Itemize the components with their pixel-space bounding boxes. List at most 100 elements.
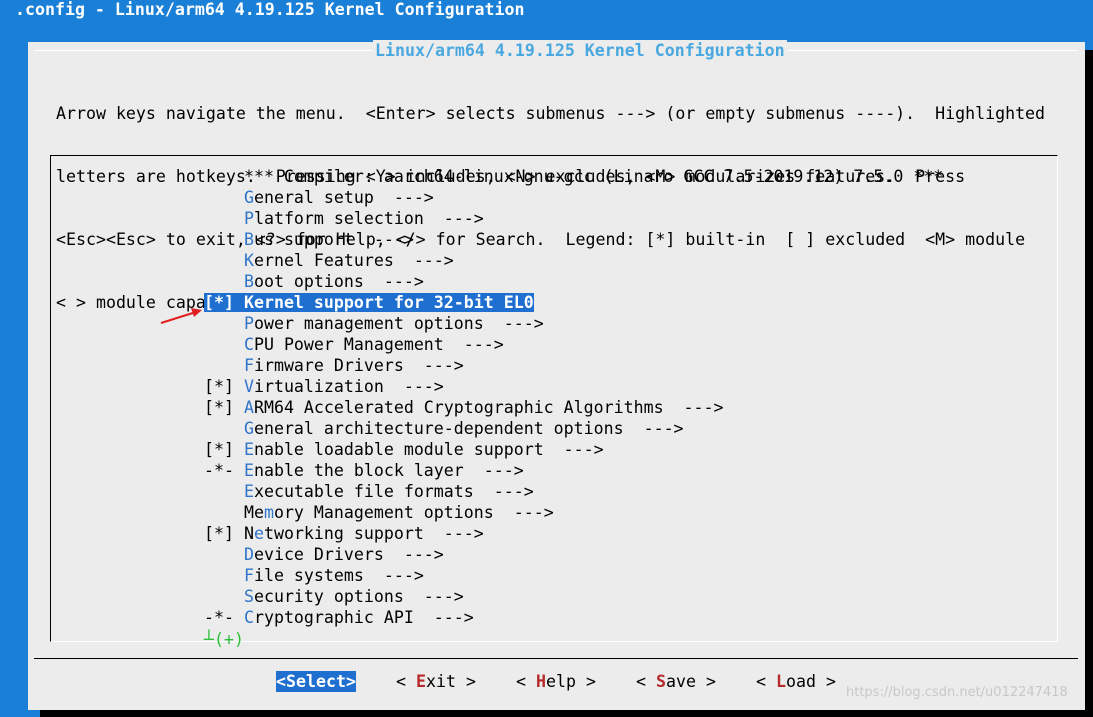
button-bracket: > — [575, 672, 596, 691]
window-title: .config - Linux/arm64 4.19.125 Kernel Co… — [15, 0, 525, 19]
menu-item-state — [204, 230, 244, 249]
button-bracket: > — [815, 672, 836, 691]
menu-item-hotkey: D — [243, 545, 254, 564]
menu-item[interactable]: *** Compiler: aarch64-linux-gnu-gcc (Lin… — [204, 166, 943, 187]
select-button[interactable]: <Select> — [276, 671, 356, 692]
menu-item[interactable]: [*] ARM64 Accelerated Cryptographic Algo… — [204, 397, 724, 418]
button-hotkey: H — [535, 672, 546, 691]
button-hotkey: L — [775, 672, 786, 691]
button-label: elp — [545, 672, 576, 691]
button-label: ave — [665, 672, 696, 691]
menu-item-text: File systems ---> — [204, 566, 424, 585]
button-label: xit — [425, 672, 456, 691]
menu-item[interactable]: Power management options ---> — [204, 313, 544, 334]
menu-item-label: tworking support ---> — [263, 524, 484, 543]
menu-item-label: evice Drivers ---> — [253, 545, 444, 564]
menu-item[interactable]: CPU Power Management ---> — [204, 334, 504, 355]
menu-item-text: Memory Management options ---> — [204, 503, 554, 522]
menu-item-label: nable the block layer ---> — [253, 461, 524, 480]
menu-item-label: ory Management options ---> — [273, 503, 554, 522]
menu-item-text: -*- Enable the block layer ---> — [204, 461, 524, 480]
menu-item-label: oot options ---> — [253, 272, 424, 291]
menu-item-label: Me — [243, 503, 264, 522]
menu-item[interactable]: Platform selection ---> — [204, 208, 484, 229]
menu-item[interactable]: [*] Virtualization ---> — [204, 376, 444, 397]
menu-item[interactable]: Executable file formats ---> — [204, 481, 534, 502]
menu-item[interactable]: Memory Management options ---> — [204, 502, 554, 523]
menu-item-hotkey: F — [243, 566, 254, 585]
menu-item-hotkey: G — [243, 419, 254, 438]
menu-item-label: ower management options ---> — [253, 314, 544, 333]
menu-item-text: Bus support ---> — [204, 230, 414, 249]
menu-item[interactable]: [*] Enable loadable module support ---> — [204, 439, 604, 460]
menu-item-state — [204, 545, 244, 564]
menu-item-text: Device Drivers ---> — [204, 545, 444, 564]
menu-item[interactable]: Boot options ---> — [204, 271, 424, 292]
watermark: https://blog.csdn.net/u012247418 — [846, 685, 1068, 700]
menu-item-hotkey: F — [243, 356, 254, 375]
menu-item[interactable]: Device Drivers ---> — [204, 544, 444, 565]
exit-button[interactable]: < Exit > — [396, 671, 476, 692]
menu-item[interactable]: File systems ---> — [204, 565, 424, 586]
menu-item-text: [*] Networking support ---> — [204, 524, 484, 543]
menu-item[interactable]: Firmware Drivers ---> — [204, 355, 464, 376]
menu-item[interactable]: Kernel Features ---> — [204, 250, 454, 271]
menu-item-hotkey: B — [243, 272, 254, 291]
menu-item-state — [204, 335, 244, 354]
menu-item[interactable]: General architecture-dependent options -… — [204, 418, 684, 439]
menu-item[interactable]: Security options ---> — [204, 586, 464, 607]
menu-item-state — [204, 503, 244, 522]
menu-item-label: N — [243, 524, 254, 543]
menu-item[interactable]: [*] Networking support ---> — [204, 523, 484, 544]
button-bracket: < — [636, 672, 656, 691]
button-hotkey: S — [655, 672, 666, 691]
menu-item-label: ernel Features ---> — [253, 251, 454, 270]
button-bar-divider — [34, 658, 1078, 659]
menu-item-text: [*] Virtualization ---> — [204, 377, 444, 396]
menu-item-state: [*] — [204, 398, 244, 417]
config-dialog: Linux/arm64 4.19.125 Kernel Configuratio… — [28, 40, 1085, 710]
menu-item-label: RM64 Accelerated Cryptographic Algorithm… — [253, 398, 724, 417]
menu-item-state — [204, 314, 244, 333]
button-bracket: < — [276, 672, 286, 691]
help-button[interactable]: < Help > — [516, 671, 596, 692]
menu-item[interactable]: General setup ---> — [204, 187, 434, 208]
menu-item-state: [*] — [204, 440, 244, 459]
button-bracket: < — [396, 672, 416, 691]
load-button[interactable]: < Load > — [756, 671, 836, 692]
button-bracket: < — [516, 672, 536, 691]
button-bracket: > — [345, 672, 356, 691]
window-titlebar: .config - Linux/arm64 4.19.125 Kernel Co… — [0, 0, 1093, 22]
button-hotkey: E — [415, 672, 426, 691]
menu-item-text: Power management options ---> — [204, 314, 544, 333]
menu-item-hotkey: B — [243, 230, 254, 249]
menu-item-text: [*] ARM64 Accelerated Cryptographic Algo… — [204, 398, 724, 417]
menu-item-hotkey: m — [263, 503, 274, 522]
button-label: oad — [785, 672, 816, 691]
menu-item-state — [204, 188, 244, 207]
annotation-arrow-icon — [160, 308, 202, 324]
menu-item-state — [204, 356, 244, 375]
menu-item-text: *** Compiler: aarch64-linux-gnu-gcc (Lin… — [204, 167, 943, 186]
save-button[interactable]: < Save > — [636, 671, 716, 692]
menu-item-hotkey: K — [243, 293, 254, 312]
menu-item-hotkey: E — [243, 482, 254, 501]
menu-item-hotkey: E — [243, 461, 254, 480]
button-label: elect — [296, 672, 346, 691]
menu-item-state — [204, 272, 244, 291]
menu-item[interactable]: -*- Enable the block layer ---> — [204, 460, 524, 481]
menu-item-label: ecurity options ---> — [253, 587, 464, 606]
menu-item-text: -*- Cryptographic API ---> — [204, 608, 474, 627]
menu-item-state — [204, 419, 244, 438]
menu-item-selected[interactable]: [*] Kernel support for 32-bit EL0 — [204, 292, 534, 313]
dialog-shadow-bottom — [40, 710, 1093, 717]
menu-item[interactable]: Bus support ---> — [204, 229, 414, 250]
menu-item-text: Platform selection ---> — [204, 209, 484, 228]
menu-item-label: latform selection ---> — [253, 209, 484, 228]
menu-item-state: -*- — [204, 608, 244, 627]
menu-item-state: [*] — [204, 377, 244, 396]
menu-item[interactable]: -*- Cryptographic API ---> — [204, 607, 474, 628]
menu-item-text: Security options ---> — [204, 587, 464, 606]
menu-item-label: ryptographic API ---> — [253, 608, 474, 627]
menu-item-hotkey: C — [243, 608, 254, 627]
